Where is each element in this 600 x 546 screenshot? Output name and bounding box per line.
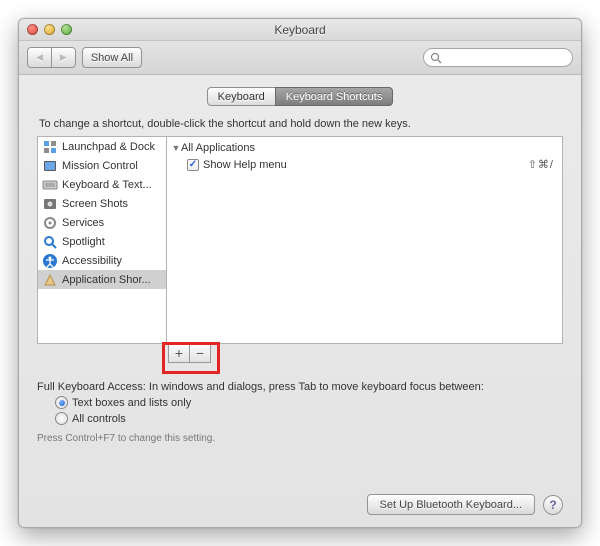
sidebar-item-label: Accessibility [62,255,122,267]
radio-icon[interactable] [55,412,68,425]
tab-keyboard[interactable]: Keyboard [207,87,276,106]
tab-keyboard-label: Keyboard [218,91,265,103]
radio-text-boxes[interactable]: Text boxes and lists only [55,396,563,409]
radio-label: Text boxes and lists only [72,397,191,409]
bluetooth-keyboard-button[interactable]: Set Up Bluetooth Keyboard... [367,494,535,515]
sidebar-item-label: Spotlight [62,236,105,248]
radio-icon[interactable] [55,396,68,409]
spotlight-icon [42,234,58,250]
checkbox-icon[interactable]: ✓ [187,159,199,171]
sidebar-item-label: Screen Shots [62,198,128,210]
category-sidebar[interactable]: Launchpad & Dock Mission Control Keyboard … [37,136,167,344]
shortcuts-list[interactable]: ▼ All Applications ✓ Show Help menu ⇧⌘/ [167,136,563,344]
help-icon: ? [549,498,556,512]
sidebar-item-mission[interactable]: Mission Control [38,156,166,175]
titlebar: Keyboard [19,19,581,41]
sidebar-item-launchpad[interactable]: Launchpad & Dock [38,137,166,156]
launchpad-icon [42,139,58,155]
mission-icon [42,158,58,174]
sidebar-item-label: Keyboard & Text... [62,179,152,191]
back-icon: ◀ [36,52,43,63]
access-prompt: Full Keyboard Access: In windows and dia… [37,381,563,393]
search-icon [430,52,442,64]
forward-icon: ▶ [60,52,67,63]
plus-icon: + [175,346,183,360]
services-icon [42,215,58,231]
disclosure-triangle-icon[interactable]: ▼ [171,143,181,153]
accessibility-icon [42,253,58,269]
appshortcuts-icon [42,272,58,288]
sidebar-item-keyboard[interactable]: Keyboard & Text... [38,175,166,194]
bluetooth-keyboard-label: Set Up Bluetooth Keyboard... [380,499,522,511]
content-area: Keyboard Keyboard Shortcuts To change a … [19,75,581,527]
minus-icon: − [196,346,204,360]
search-input[interactable] [442,51,582,65]
add-remove-buttons: + − [168,343,563,363]
window-title: Keyboard [19,23,581,37]
sidebar-item-label: Mission Control [62,160,138,172]
search-field[interactable] [423,48,573,67]
panes: Launchpad & Dock Mission Control Keyboard … [37,136,563,344]
instruction-text: To change a shortcut, double-click the s… [39,118,563,130]
sidebar-item-spotlight[interactable]: Spotlight [38,232,166,251]
tab-keyboard-shortcuts[interactable]: Keyboard Shortcuts [275,87,394,106]
tree-item-row[interactable]: ✓ Show Help menu ⇧⌘/ [171,156,558,173]
sidebar-item-label: Services [62,217,104,229]
tree-item-label: Show Help menu [203,159,287,171]
sidebar-item-screenshot[interactable]: Screen Shots [38,194,166,213]
keyboard-icon [42,177,58,193]
screenshot-icon [42,196,58,212]
sidebar-item-label: Application Shor... [62,274,151,286]
nav-buttons: ◀ ▶ [27,47,76,68]
sidebar-item-appshortcuts[interactable]: Application Shor... [38,270,166,289]
keyboard-access-section: Full Keyboard Access: In windows and dia… [37,381,563,444]
forward-button[interactable]: ▶ [51,47,76,68]
tree-group-row[interactable]: ▼ All Applications [171,139,558,156]
sidebar-item-label: Launchpad & Dock [62,141,155,153]
tab-shortcuts-label: Keyboard Shortcuts [286,91,383,103]
sidebar-item-accessibility[interactable]: Accessibility [38,251,166,270]
back-button[interactable]: ◀ [27,47,52,68]
shortcut-key[interactable]: ⇧⌘/ [528,158,558,171]
preferences-window: Keyboard ◀ ▶ Show All Keyboard [18,18,582,528]
radio-label: All controls [72,413,126,425]
radio-all-controls[interactable]: All controls [55,412,563,425]
show-all-label: Show All [91,52,133,64]
access-hint: Press Control+F7 to change this setting. [37,433,563,444]
tabs: Keyboard Keyboard Shortcuts [37,87,563,106]
remove-button[interactable]: − [189,343,211,363]
show-all-button[interactable]: Show All [82,47,142,68]
toolbar: ◀ ▶ Show All [19,41,581,75]
sidebar-item-services[interactable]: Services [38,213,166,232]
add-button[interactable]: + [168,343,190,363]
help-button[interactable]: ? [543,495,563,515]
tree-group-label: All Applications [181,142,255,154]
footer: Set Up Bluetooth Keyboard... ? [367,494,563,515]
